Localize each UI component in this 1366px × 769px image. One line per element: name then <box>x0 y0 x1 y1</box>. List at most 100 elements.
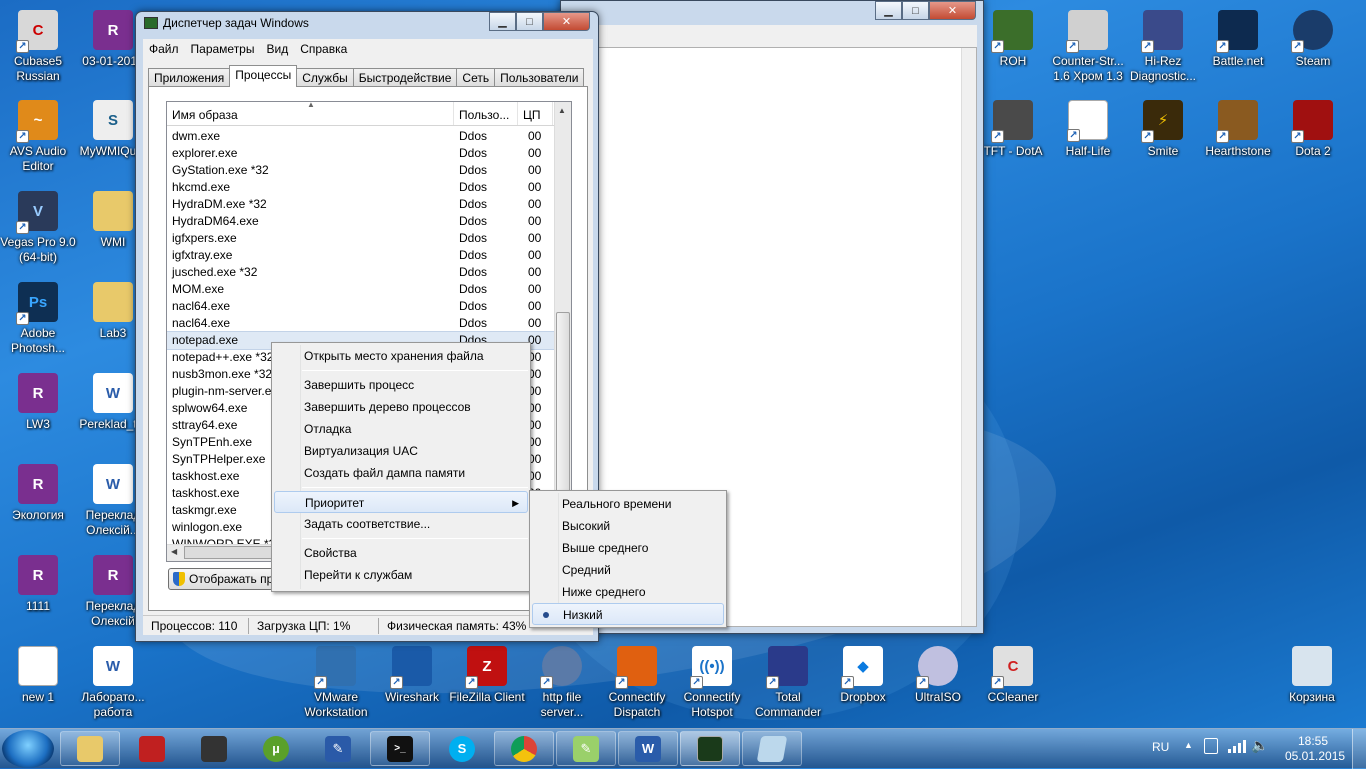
desktop-icon-connectify-hotspot[interactable]: ((•)) ↗ Connectify Hotspot <box>674 644 750 720</box>
taskbar-chrome[interactable] <box>494 731 554 766</box>
table-row[interactable]: GyStation.exe *32 Ddos 00 <box>167 162 554 179</box>
language-indicator[interactable]: RU <box>1152 740 1169 754</box>
show-all-processes-button[interactable]: Отображать про <box>168 568 288 590</box>
desktop-icon-hirez[interactable]: ↗ Hi-Rez Diagnostic... <box>1125 8 1201 84</box>
table-row[interactable]: hkcmd.exe Ddos 00 <box>167 179 554 196</box>
desktop-icon-avs[interactable]: ~ ↗ AVS Audio Editor <box>0 98 76 174</box>
power-icon[interactable] <box>1204 738 1218 754</box>
minimize-button[interactable]: ▁ <box>489 12 516 31</box>
tab-applications[interactable]: Приложения <box>148 68 231 87</box>
desktop-icon-filezilla[interactable]: Z ↗ FileZilla Client <box>449 644 525 705</box>
menu-end-process-tree[interactable]: Завершить дерево процессов <box>272 396 530 418</box>
desktop-icon-dota2[interactable]: ↗ Dota 2 <box>1275 98 1351 159</box>
menu-view[interactable]: Вид <box>260 42 294 56</box>
clock[interactable]: 18:55 05.01.2015 <box>1285 734 1345 764</box>
table-row[interactable]: nacl64.exe Ddos 00 <box>167 315 554 332</box>
table-row[interactable]: igfxpers.exe Ddos 00 <box>167 230 554 247</box>
close-button[interactable]: ✕ <box>929 1 976 20</box>
desktop-icon-smite[interactable]: ⚡ ↗ Smite <box>1125 98 1201 159</box>
desktop-icon-battlenet[interactable]: ↗ Battle.net <box>1200 8 1276 69</box>
tab-network[interactable]: Сеть <box>456 68 496 87</box>
show-hidden-icons-icon[interactable]: ▲ <box>1184 740 1193 750</box>
column-cpu[interactable]: ЦП <box>518 102 553 125</box>
menu-end-process[interactable]: Завершить процесс <box>272 374 530 396</box>
desktop-icon-roh[interactable]: ↗ ROH <box>975 8 1051 69</box>
taskbar-app-2[interactable] <box>122 731 182 766</box>
tab-processes[interactable]: Процессы <box>229 65 298 87</box>
desktop-icon-ekologiya[interactable]: R Экология <box>0 462 76 523</box>
priority-above-normal[interactable]: Выше среднего <box>530 537 726 559</box>
taskbar-notepadpp[interactable]: ✎ <box>556 731 616 766</box>
start-button[interactable] <box>2 730 54 768</box>
desktop-icon-recycle-bin[interactable]: Корзина <box>1274 644 1350 705</box>
desktop-icon-lw3[interactable]: R LW3 <box>0 371 76 432</box>
tab-performance[interactable]: Быстродействие <box>352 68 458 87</box>
taskbar-cmd[interactable]: >_ <box>370 731 430 766</box>
menu-priority[interactable]: Приоритет ▶ <box>274 491 528 513</box>
scroll-left-icon[interactable]: ◀ <box>171 547 177 556</box>
taskbar-vegas[interactable] <box>184 731 244 766</box>
desktop-icon-hfs[interactable]: ↗ http file server... <box>524 644 600 720</box>
taskbar-skype[interactable]: S <box>432 731 492 766</box>
menu-uac-virtualization[interactable]: Виртуализация UAC <box>272 440 530 462</box>
desktop-icon-vegas[interactable]: V ↗ Vegas Pro 9.0 (64-bit) <box>0 189 76 265</box>
taskbar-utorrent[interactable]: µ <box>246 731 306 766</box>
desktop-icon-ultraiso[interactable]: ↗ UltraISO <box>900 644 976 705</box>
menu-open-file-location[interactable]: Открыть место хранения файла <box>272 345 530 367</box>
tab-users[interactable]: Пользователи <box>494 68 585 87</box>
desktop-icon-cubase[interactable]: C ↗ Cubase5 Russian <box>0 8 76 84</box>
desktop-icon-tft-dota[interactable]: ↗ TFT - DotA <box>975 98 1051 159</box>
table-row[interactable]: jusched.exe *32 Ddos 00 <box>167 264 554 281</box>
priority-below-normal[interactable]: Ниже среднего <box>530 581 726 603</box>
menu-help[interactable]: Справка <box>294 42 353 56</box>
table-row[interactable]: HydraDM.exe *32 Ddos 00 <box>167 196 554 213</box>
show-desktop-button[interactable] <box>1352 729 1366 769</box>
taskbar-task-manager[interactable] <box>680 731 740 766</box>
taskbar-word[interactable]: W <box>618 731 678 766</box>
desktop-icon-connectify-dispatch[interactable]: ↗ Connectify Dispatch <box>599 644 675 720</box>
taskbar-editor[interactable]: ✎ <box>308 731 368 766</box>
close-button[interactable]: ✕ <box>543 12 590 31</box>
column-user[interactable]: Пользо... <box>454 102 518 125</box>
desktop-icon-vmware[interactable]: ↗ VMware Workstation <box>298 644 374 720</box>
table-row[interactable]: explorer.exe Ddos 00 <box>167 145 554 162</box>
desktop-icon-half-life[interactable]: ↗ Half-Life <box>1050 98 1126 159</box>
vertical-scrollbar[interactable] <box>961 48 976 626</box>
table-row[interactable]: igfxtray.exe Ddos 00 <box>167 247 554 264</box>
table-row[interactable]: MOM.exe Ddos 00 <box>167 281 554 298</box>
menu-create-dump-file[interactable]: Создать файл дампа памяти <box>272 462 530 484</box>
table-row[interactable]: HydraDM64.exe Ddos 00 <box>167 213 554 230</box>
desktop-icon-1111[interactable]: R 1111 <box>0 553 76 614</box>
menu-debug[interactable]: Отладка <box>272 418 530 440</box>
menu-set-affinity[interactable]: Задать соответствие... <box>272 513 530 535</box>
maximize-button[interactable]: □ <box>516 12 543 31</box>
menu-properties[interactable]: Свойства <box>272 542 530 564</box>
volume-icon[interactable]: 🔈 <box>1251 737 1268 754</box>
scroll-thumb[interactable] <box>184 546 274 559</box>
priority-normal[interactable]: Средний <box>530 559 726 581</box>
table-row[interactable]: dwm.exe Ddos 00 <box>167 128 554 145</box>
taskbar-notepad[interactable] <box>742 731 802 766</box>
priority-realtime[interactable]: Реального времени <box>530 493 726 515</box>
desktop-icon-total-commander[interactable]: ↗ Total Commander <box>750 644 826 720</box>
desktop-icon-photoshop[interactable]: Ps ↗ Adobe Photosh... <box>0 280 76 356</box>
tab-services[interactable]: Службы <box>296 68 354 87</box>
vertical-scrollbar[interactable]: ▲ <box>554 102 571 544</box>
desktop-icon-steam[interactable]: ↗ Steam <box>1275 8 1351 69</box>
network-signal-icon[interactable] <box>1228 737 1246 753</box>
taskbar-explorer[interactable] <box>60 731 120 766</box>
priority-high[interactable]: Высокий <box>530 515 726 537</box>
priority-low[interactable]: Низкий <box>532 603 724 625</box>
menu-go-to-services[interactable]: Перейти к службам <box>272 564 530 586</box>
desktop-icon-laboratorna[interactable]: W Лаборато... работа <box>75 644 151 720</box>
minimize-button[interactable]: ▁ <box>875 1 902 20</box>
desktop-icon-counter-strike[interactable]: ↗ Counter-Str... 1.6 Хром 1.3 <box>1050 8 1126 84</box>
scroll-up-icon[interactable]: ▲ <box>558 106 566 115</box>
desktop-icon-hearthstone[interactable]: ↗ Hearthstone <box>1200 98 1276 159</box>
menu-options[interactable]: Параметры <box>185 42 261 56</box>
maximize-button[interactable]: □ <box>902 1 929 20</box>
table-row[interactable]: nacl64.exe Ddos 00 <box>167 298 554 315</box>
desktop-icon-new1[interactable]: new 1 <box>0 644 76 705</box>
menu-file[interactable]: Файл <box>143 42 185 56</box>
desktop-icon-ccleaner[interactable]: C ↗ CCleaner <box>975 644 1051 705</box>
